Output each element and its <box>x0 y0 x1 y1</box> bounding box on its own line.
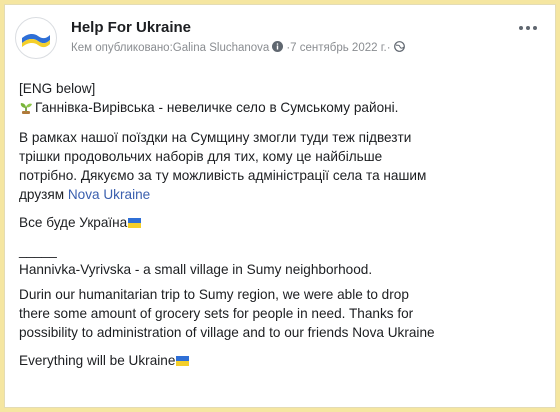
para-en-line-3: possibility to administration of village… <box>19 325 435 340</box>
para-en-line-2: there some amount of grocery sets for pe… <box>19 306 414 321</box>
help-for-ukraine-logo-icon <box>22 33 50 48</box>
para-ua-prefix: друзям <box>19 187 68 202</box>
closing-en: Everything will be Ukraine <box>19 351 545 370</box>
globe-icon[interactable] <box>393 41 405 55</box>
post-meta: Кем опубликовано: Galina Sluchanova · 7 … <box>71 41 408 55</box>
nova-ukraine-link[interactable]: Nova Ukraine <box>68 187 150 202</box>
published-by-label: Кем опубликовано: <box>71 42 173 54</box>
post-date[interactable]: 7 сентябрь 2022 г. <box>290 42 387 54</box>
divider-line: _____ <box>19 243 57 258</box>
para-en-line-1: Durin our humanitarian trip to Sumy regi… <box>19 287 409 302</box>
para-ua-line-3: потрібно. Дякуємо за ту можливість адмін… <box>19 168 427 183</box>
facebook-post-card: Help For Ukraine Кем опубликовано: Galin… <box>4 4 556 408</box>
closing-en-text: Everything will be Ukraine <box>19 353 176 368</box>
post-body: [ENG below] Ганнівка-Вирівська - невелич… <box>19 79 545 370</box>
village-title-text: Ганнівка-Вирівська - невеличке село в Су… <box>35 100 399 115</box>
page-avatar[interactable] <box>15 17 57 59</box>
closing-ua-text: Все буде Україна <box>19 215 128 230</box>
para-ua-line-1: В рамках нашої поїздки на Сумщину змогли… <box>19 130 412 145</box>
more-options-button[interactable] <box>515 19 541 37</box>
sprout-emoji-icon <box>19 100 33 119</box>
page-name[interactable]: Help For Ukraine <box>71 19 191 36</box>
ukraine-flag-icon-2 <box>176 356 190 366</box>
info-badge-icon <box>272 41 284 55</box>
meta-separator-2: · <box>386 42 391 54</box>
village-title-en: Hannivka-Vyrivska - a small village in S… <box>19 262 373 277</box>
closing-ua: Все буде Україна <box>19 213 545 232</box>
para-ua-line-4: друзям Nova Ukraine <box>19 185 545 204</box>
village-title-ua: Ганнівка-Вирівська - невеличке село в Су… <box>19 98 545 119</box>
more-options-icon <box>519 26 523 30</box>
ukraine-flag-icon <box>128 218 142 228</box>
eng-below-note: [ENG below] <box>19 81 96 96</box>
author-name[interactable]: Galina Sluchanova <box>173 42 270 54</box>
para-ua-line-2: трішки продовольчих наборів для тих, ком… <box>19 149 383 164</box>
post-header: Help For Ukraine Кем опубликовано: Galin… <box>5 5 555 67</box>
